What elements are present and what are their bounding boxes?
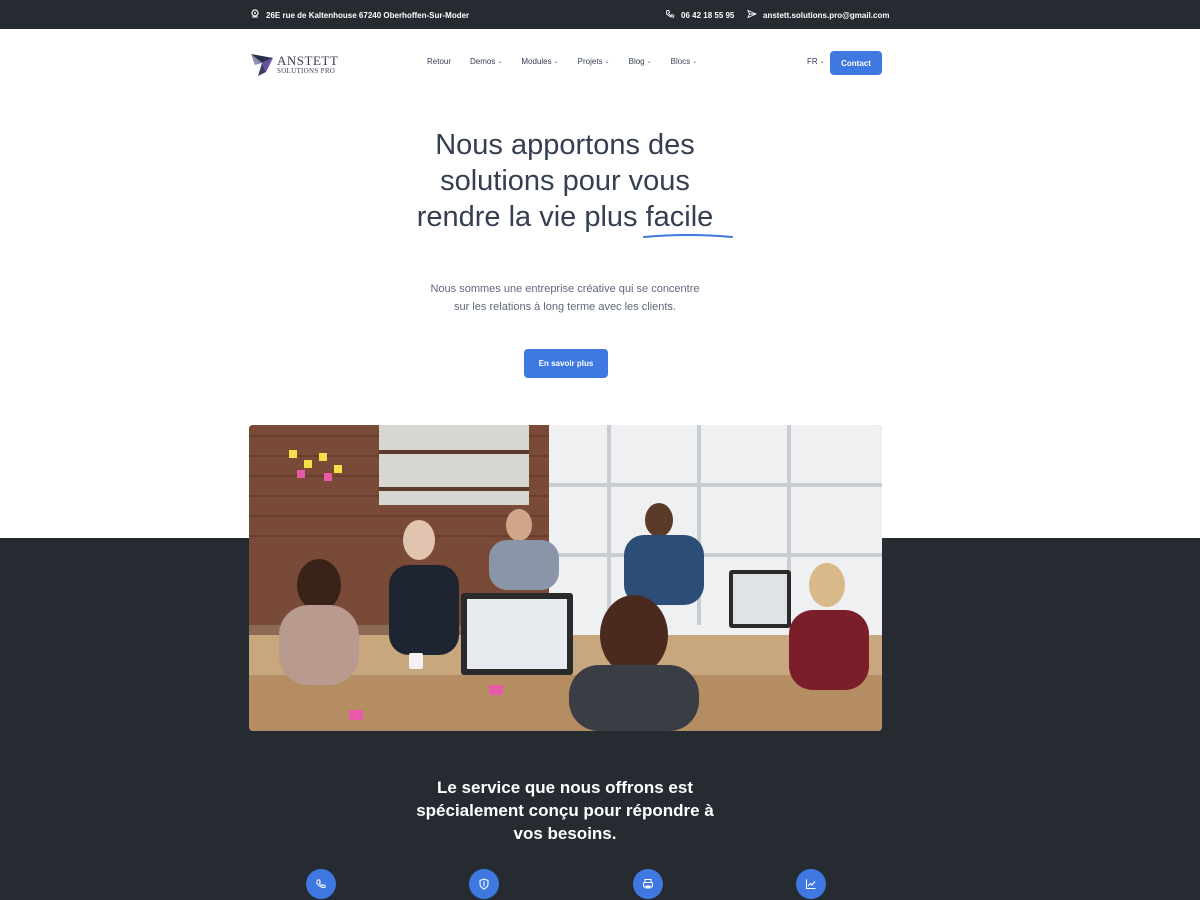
hero-description: Nous sommes une entreprise créative qui …: [430, 283, 700, 313]
office-team-photo: [249, 425, 882, 731]
email-info[interactable]: anstett.solutions.pro@gmail.com: [747, 9, 889, 21]
nav-item-projets[interactable]: Projets ⌄: [578, 57, 610, 66]
chevron-down-icon: ⌄: [692, 59, 698, 65]
nav-item-blocs[interactable]: Blocs ⌄: [671, 57, 698, 66]
phone-icon: [665, 9, 675, 21]
nav-label: Blog: [628, 57, 645, 66]
nav-label: Demos: [470, 57, 496, 66]
chevron-down-icon: ⌄: [604, 59, 610, 65]
hero-title-highlight: facile: [645, 201, 714, 233]
services-title: Le service que nous offrons est spéciale…: [416, 778, 714, 843]
email-text[interactable]: anstett.solutions.pro@gmail.com: [763, 11, 889, 20]
contact-button[interactable]: Contact: [830, 51, 882, 75]
phone-text[interactable]: 06 42 18 55 95: [681, 11, 734, 20]
logo-bird-icon: [251, 54, 273, 76]
nav-label: Projets: [577, 57, 603, 66]
underline-decoration: [642, 234, 733, 238]
chevron-down-icon: ⌄: [497, 59, 503, 65]
logo[interactable]: ANSTETT SOLUTIONS PRO: [249, 49, 359, 79]
top-bar: 26E rue de Kaltenhouse 67240 Oberhoffen-…: [0, 0, 1200, 29]
feature-phone-icon: [306, 869, 336, 899]
address-text: 26E rue de Kaltenhouse 67240 Oberhoffen-…: [266, 10, 470, 20]
nav-item-retour[interactable]: Retour: [427, 57, 451, 66]
feature-chart-icon: [796, 869, 826, 899]
chevron-down-icon: ⌄: [646, 59, 652, 65]
chevron-down-icon: ⌄: [819, 59, 825, 65]
feature-shield-icon: [469, 869, 499, 899]
phone-info[interactable]: 06 42 18 55 95: [665, 9, 734, 21]
main-nav: Retour Demos ⌄ Modules ⌄ Projets ⌄ Blog ⌄ Bl…: [427, 57, 716, 66]
hero-title-highlight-wrap: facile: [642, 199, 733, 238]
nav-label: Blocs: [670, 57, 691, 66]
nav-item-modules[interactable]: Modules ⌄: [521, 57, 558, 66]
send-icon: [747, 9, 758, 21]
logo-title: ANSTETT: [277, 52, 339, 68]
nav-item-blog[interactable]: Blog ⌄: [629, 57, 652, 66]
chevron-down-icon: ⌄: [553, 59, 559, 65]
nav-label: Retour: [427, 57, 452, 66]
location-pin-icon: [250, 9, 260, 21]
nav-item-demos[interactable]: Demos ⌄: [470, 57, 502, 66]
learn-more-button[interactable]: En savoir plus: [524, 349, 608, 378]
language-selector[interactable]: FR ⌄: [807, 57, 825, 66]
feature-printer-icon: [633, 869, 663, 899]
language-label: FR: [807, 57, 818, 66]
address-info: 26E rue de Kaltenhouse 67240 Oberhoffen-…: [250, 9, 469, 21]
nav-label: Modules: [521, 57, 552, 66]
logo-subtitle: SOLUTIONS PRO: [277, 66, 336, 75]
hero-title: Nous apportons des solutions pour vous r…: [400, 127, 733, 238]
